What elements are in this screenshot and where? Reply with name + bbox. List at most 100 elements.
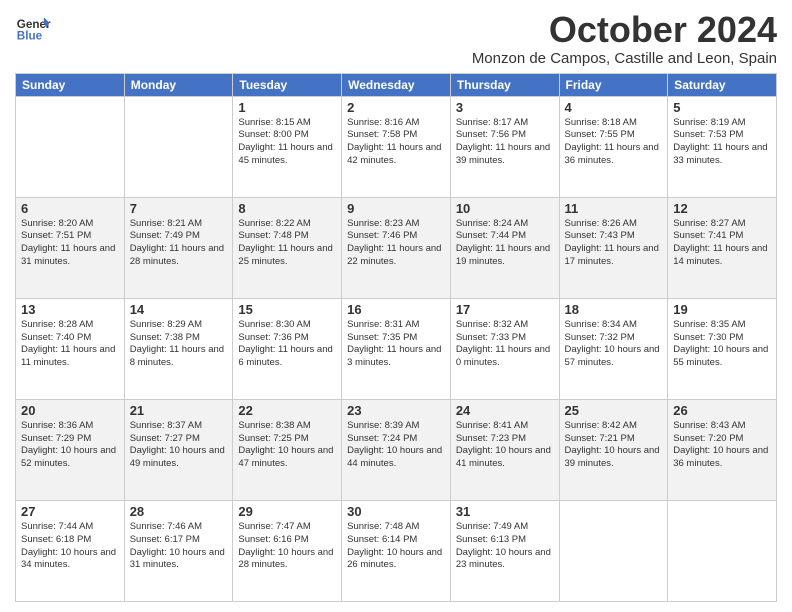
day-number: 3 <box>456 100 554 115</box>
day-info: Sunrise: 8:20 AM Sunset: 7:51 PM Dayligh… <box>21 218 119 269</box>
calendar-cell <box>16 96 125 197</box>
calendar-cell: 21Sunrise: 8:37 AM Sunset: 7:27 PM Dayli… <box>124 399 233 500</box>
day-number: 12 <box>673 201 771 216</box>
col-header-tuesday: Tuesday <box>233 73 342 96</box>
week-row-5: 27 Sunrise: 7:44 AM Sunset: 6:18 PM Dayli… <box>16 500 777 601</box>
header: General Blue October 2024 Monzon de Camp… <box>15 10 777 67</box>
week-row-1: 1 Sunrise: 8:15 AM Sunset: 8:00 PM Daylig… <box>16 96 777 197</box>
day-info: Sunrise: 8:23 AM Sunset: 7:46 PM Dayligh… <box>347 218 445 269</box>
day-number: 5 <box>673 100 771 115</box>
month-title: October 2024 <box>472 10 777 50</box>
calendar-cell <box>668 500 777 601</box>
calendar-cell: 14 Sunrise: 8:29 AM Sunset: 7:38 PM Dayli… <box>124 298 233 399</box>
day-info: Sunrise: 8:28 AM Sunset: 7:40 PM Dayligh… <box>21 319 119 370</box>
day-number: 6 <box>21 201 119 216</box>
day-info: Sunrise: 8:22 AM Sunset: 7:48 PM Dayligh… <box>238 218 336 269</box>
header-row: SundayMondayTuesdayWednesdayThursdayFrid… <box>16 73 777 96</box>
day-info: Sunrise: 8:18 AM Sunset: 7:55 PM Dayligh… <box>565 117 663 168</box>
day-info: Sunrise: 8:39 AM Sunset: 7:24 PM Dayligh… <box>347 420 445 471</box>
day-number: 27 <box>21 504 119 519</box>
day-number: 23 <box>347 403 445 418</box>
day-number: 4 <box>565 100 663 115</box>
calendar-cell: 17Sunrise: 8:32 AM Sunset: 7:33 PM Dayli… <box>450 298 559 399</box>
day-number: 22 <box>238 403 336 418</box>
day-info: Sunrise: 8:15 AM Sunset: 8:00 PM Dayligh… <box>238 117 336 168</box>
day-info: Sunrise: 8:16 AM Sunset: 7:58 PM Dayligh… <box>347 117 445 168</box>
calendar-cell: 15Sunrise: 8:30 AM Sunset: 7:36 PM Dayli… <box>233 298 342 399</box>
week-row-3: 13 Sunrise: 8:28 AM Sunset: 7:40 PM Dayli… <box>16 298 777 399</box>
week-row-4: 20Sunrise: 8:36 AM Sunset: 7:29 PM Dayli… <box>16 399 777 500</box>
day-number: 30 <box>347 504 445 519</box>
logo: General Blue <box>15 10 51 46</box>
day-number: 11 <box>565 201 663 216</box>
day-number: 15 <box>238 302 336 317</box>
col-header-monday: Monday <box>124 73 233 96</box>
page: General Blue October 2024 Monzon de Camp… <box>0 0 792 612</box>
title-block: October 2024 Monzon de Campos, Castille … <box>472 10 777 67</box>
day-info: Sunrise: 8:41 AM Sunset: 7:23 PM Dayligh… <box>456 420 554 471</box>
calendar-cell <box>559 500 668 601</box>
day-number: 29 <box>238 504 336 519</box>
day-info: Sunrise: 8:38 AM Sunset: 7:25 PM Dayligh… <box>238 420 336 471</box>
day-info: Sunrise: 8:43 AM Sunset: 7:20 PM Dayligh… <box>673 420 771 471</box>
calendar-cell: 20Sunrise: 8:36 AM Sunset: 7:29 PM Dayli… <box>16 399 125 500</box>
calendar-cell: 31Sunrise: 7:49 AM Sunset: 6:13 PM Dayli… <box>450 500 559 601</box>
calendar-cell: 22 Sunrise: 8:38 AM Sunset: 7:25 PM Dayli… <box>233 399 342 500</box>
day-info: Sunrise: 8:17 AM Sunset: 7:56 PM Dayligh… <box>456 117 554 168</box>
day-number: 25 <box>565 403 663 418</box>
day-number: 2 <box>347 100 445 115</box>
day-info: Sunrise: 8:34 AM Sunset: 7:32 PM Dayligh… <box>565 319 663 370</box>
calendar-cell: 5 Sunrise: 8:19 AM Sunset: 7:53 PM Daylig… <box>668 96 777 197</box>
calendar-cell: 9 Sunrise: 8:23 AM Sunset: 7:46 PM Daylig… <box>342 197 451 298</box>
calendar-cell: 25 Sunrise: 8:42 AM Sunset: 7:21 PM Dayli… <box>559 399 668 500</box>
calendar-cell: 4 Sunrise: 8:18 AM Sunset: 7:55 PM Daylig… <box>559 96 668 197</box>
day-number: 17 <box>456 302 554 317</box>
day-number: 28 <box>130 504 228 519</box>
day-info: Sunrise: 7:44 AM Sunset: 6:18 PM Dayligh… <box>21 521 119 572</box>
day-number: 16 <box>347 302 445 317</box>
day-info: Sunrise: 8:26 AM Sunset: 7:43 PM Dayligh… <box>565 218 663 269</box>
svg-text:Blue: Blue <box>17 30 43 43</box>
day-number: 14 <box>130 302 228 317</box>
logo-icon: General Blue <box>15 10 51 46</box>
day-info: Sunrise: 7:49 AM Sunset: 6:13 PM Dayligh… <box>456 521 554 572</box>
calendar-cell: 8 Sunrise: 8:22 AM Sunset: 7:48 PM Daylig… <box>233 197 342 298</box>
day-number: 13 <box>21 302 119 317</box>
calendar-table: SundayMondayTuesdayWednesdayThursdayFrid… <box>15 73 777 602</box>
calendar-cell: 1 Sunrise: 8:15 AM Sunset: 8:00 PM Daylig… <box>233 96 342 197</box>
day-number: 9 <box>347 201 445 216</box>
calendar-cell: 2 Sunrise: 8:16 AM Sunset: 7:58 PM Daylig… <box>342 96 451 197</box>
calendar-cell: 10 Sunrise: 8:24 AM Sunset: 7:44 PM Dayli… <box>450 197 559 298</box>
calendar-cell: 23 Sunrise: 8:39 AM Sunset: 7:24 PM Dayli… <box>342 399 451 500</box>
day-number: 21 <box>130 403 228 418</box>
day-info: Sunrise: 8:21 AM Sunset: 7:49 PM Dayligh… <box>130 218 228 269</box>
col-header-thursday: Thursday <box>450 73 559 96</box>
calendar-cell: 11 Sunrise: 8:26 AM Sunset: 7:43 PM Dayli… <box>559 197 668 298</box>
day-info: Sunrise: 8:31 AM Sunset: 7:35 PM Dayligh… <box>347 319 445 370</box>
day-number: 24 <box>456 403 554 418</box>
day-info: Sunrise: 7:48 AM Sunset: 6:14 PM Dayligh… <box>347 521 445 572</box>
col-header-friday: Friday <box>559 73 668 96</box>
calendar-cell: 28Sunrise: 7:46 AM Sunset: 6:17 PM Dayli… <box>124 500 233 601</box>
day-number: 1 <box>238 100 336 115</box>
day-number: 18 <box>565 302 663 317</box>
day-info: Sunrise: 8:35 AM Sunset: 7:30 PM Dayligh… <box>673 319 771 370</box>
day-info: Sunrise: 8:19 AM Sunset: 7:53 PM Dayligh… <box>673 117 771 168</box>
day-number: 8 <box>238 201 336 216</box>
calendar-cell: 12 Sunrise: 8:27 AM Sunset: 7:41 PM Dayli… <box>668 197 777 298</box>
day-info: Sunrise: 8:42 AM Sunset: 7:21 PM Dayligh… <box>565 420 663 471</box>
day-number: 26 <box>673 403 771 418</box>
day-info: Sunrise: 8:24 AM Sunset: 7:44 PM Dayligh… <box>456 218 554 269</box>
day-info: Sunrise: 8:27 AM Sunset: 7:41 PM Dayligh… <box>673 218 771 269</box>
calendar-cell: 19Sunrise: 8:35 AM Sunset: 7:30 PM Dayli… <box>668 298 777 399</box>
col-header-sunday: Sunday <box>16 73 125 96</box>
col-header-wednesday: Wednesday <box>342 73 451 96</box>
calendar-cell <box>124 96 233 197</box>
calendar-cell: 26 Sunrise: 8:43 AM Sunset: 7:20 PM Dayli… <box>668 399 777 500</box>
day-info: Sunrise: 8:36 AM Sunset: 7:29 PM Dayligh… <box>21 420 119 471</box>
day-number: 10 <box>456 201 554 216</box>
day-info: Sunrise: 8:29 AM Sunset: 7:38 PM Dayligh… <box>130 319 228 370</box>
calendar-cell: 3 Sunrise: 8:17 AM Sunset: 7:56 PM Daylig… <box>450 96 559 197</box>
calendar-cell: 29Sunrise: 7:47 AM Sunset: 6:16 PM Dayli… <box>233 500 342 601</box>
week-row-2: 6 Sunrise: 8:20 AM Sunset: 7:51 PM Daylig… <box>16 197 777 298</box>
